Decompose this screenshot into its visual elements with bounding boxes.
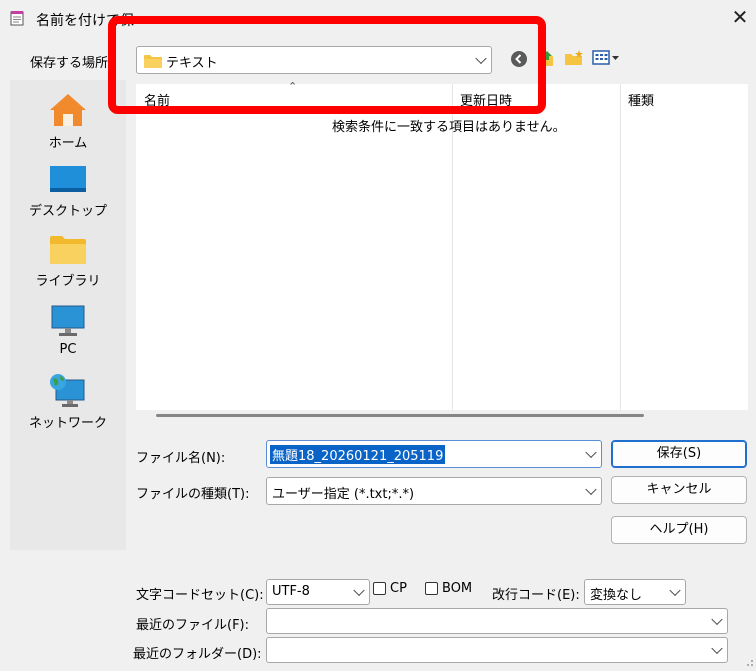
place-home-label: ホーム [48, 136, 88, 151]
column-divider [620, 84, 621, 410]
notepad-icon [10, 11, 24, 26]
recent-folders-label: 最近のフォルダー(D): [133, 647, 262, 662]
bom-checkbox[interactable] [425, 582, 438, 595]
charset-dropdown[interactable]: UTF-8 [266, 579, 370, 605]
chevron-down-icon [585, 446, 597, 459]
chevron-down-icon [669, 584, 681, 597]
view-menu-icon[interactable] [592, 50, 620, 66]
network-icon [50, 374, 85, 407]
newline-value: 変換なし [590, 588, 643, 603]
place-library-label: ライブラリ [35, 274, 101, 289]
highlight-annotation [108, 16, 546, 114]
recent-files-dropdown[interactable] [266, 608, 728, 634]
save-in-label: 保存する場所 [30, 56, 109, 71]
recent-folders-dropdown[interactable] [266, 637, 728, 663]
charset-label: 文字コードセット(C): [136, 588, 264, 603]
new-folder-icon[interactable] [564, 49, 584, 67]
place-pc[interactable]: PC [10, 304, 126, 357]
recent-files-label: 最近のファイル(F): [136, 618, 250, 633]
newline-label: 改行コード(E): [492, 588, 580, 603]
chevron-down-icon [585, 483, 597, 496]
chevron-down-icon [711, 642, 723, 655]
cp-checkbox[interactable] [373, 582, 386, 595]
place-desktop-label: デスクトップ [28, 204, 107, 219]
filetype-label: ファイルの種類(T): [136, 487, 250, 502]
cancel-button-label: キャンセル [646, 482, 712, 497]
place-network-label: ネットワーク [28, 416, 107, 431]
home-icon [50, 94, 86, 126]
charset-value: UTF-8 [272, 584, 310, 599]
column-header-type[interactable]: 種類 [628, 90, 654, 109]
place-pc-label: PC [59, 342, 77, 357]
bom-label: BOM [442, 581, 473, 596]
close-icon[interactable]: ✕ [728, 5, 752, 29]
pc-monitor-icon [51, 305, 85, 336]
desktop-icon [50, 166, 86, 192]
filename-label: ファイル名(N): [136, 451, 226, 466]
place-desktop[interactable]: デスクトップ [10, 164, 126, 219]
chevron-down-icon [353, 584, 365, 597]
filename-value: 無題18_20260121_205119 [270, 445, 446, 464]
empty-message: 検索条件に一致する項目はありません。 [332, 120, 566, 135]
library-folder-icon [50, 236, 86, 264]
place-network[interactable]: ネットワーク [10, 372, 126, 431]
chevron-down-icon [711, 613, 723, 626]
help-button[interactable]: ヘルプ(H) [611, 516, 747, 544]
newline-dropdown[interactable]: 変換なし [584, 579, 686, 605]
resize-grip-icon[interactable] [742, 657, 754, 669]
cp-label: CP [390, 581, 407, 596]
cancel-button[interactable]: キャンセル [611, 476, 747, 504]
help-button-label: ヘルプ(H) [649, 522, 709, 537]
filetype-value: ユーザー指定 (*.txt;*.*) [272, 487, 415, 502]
horizontal-scrollbar[interactable] [156, 414, 644, 417]
filetype-dropdown[interactable]: ユーザー指定 (*.txt;*.*) [266, 477, 602, 505]
places-bar: ホーム デスクトップ ライブラリ PC ネットワーク [10, 80, 126, 550]
filename-input[interactable]: 無題18_20260121_205119 [266, 440, 602, 468]
save-button-label: 保存(S) [656, 446, 702, 461]
save-button[interactable]: 保存(S) [611, 440, 747, 468]
place-library[interactable]: ライブラリ [10, 234, 126, 289]
